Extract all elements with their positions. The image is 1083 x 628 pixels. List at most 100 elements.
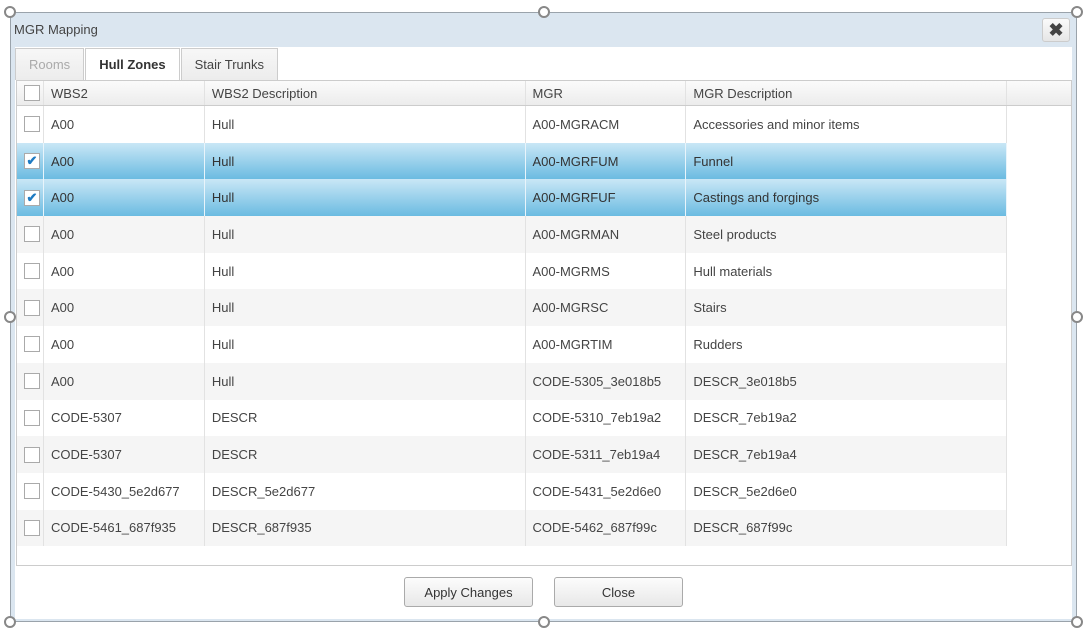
- table-row[interactable]: CODE-5461_687f935 DESCR_687f935 CODE-546…: [17, 509, 1071, 547]
- row-checkbox[interactable]: [24, 226, 40, 243]
- cell-mgr: A00-MGRSC: [526, 289, 687, 327]
- cell-wbs2: A00: [44, 362, 205, 400]
- resize-handle-ne[interactable]: [1071, 6, 1083, 18]
- cell-wbs2: A00: [44, 106, 205, 143]
- cell-wbs2-description: Hull: [205, 362, 526, 400]
- resize-handle-w[interactable]: [4, 311, 16, 323]
- cell-wbs2: A00: [44, 289, 205, 327]
- cell-wbs2: CODE-5307: [44, 399, 205, 437]
- table-row[interactable]: ✔ A00 Hull A00-MGRFUF Castings and forgi…: [17, 179, 1071, 217]
- mapping-grid: WBS2 WBS2 Description MGR MGR Descriptio…: [16, 80, 1072, 566]
- cell-wbs2-description: Hull: [205, 106, 526, 143]
- cell-mgr-description: Castings and forgings: [686, 179, 1008, 217]
- cell-spacer: [1007, 472, 1071, 510]
- cell-wbs2: A00: [44, 326, 205, 363]
- column-header-mgr-description[interactable]: MGR Description: [686, 81, 1008, 105]
- cell-spacer: [1007, 509, 1071, 547]
- cell-mgr-description: DESCR_7eb19a2: [686, 399, 1008, 437]
- cell-spacer: [1007, 326, 1071, 363]
- cell-spacer: [1007, 362, 1071, 400]
- cell-spacer: [1007, 399, 1071, 437]
- mgr-mapping-dialog: MGR Mapping ✖ Rooms Hull Zones Stair Tru…: [10, 12, 1077, 622]
- tab-rooms[interactable]: Rooms: [15, 48, 85, 80]
- cell-wbs2-description: Hull: [205, 179, 526, 217]
- cell-wbs2-description: Hull: [205, 216, 526, 253]
- cell-wbs2-description: Hull: [205, 142, 526, 180]
- cell-mgr-description: Stairs: [686, 289, 1008, 327]
- cell-wbs2: CODE-5430_5e2d677: [44, 472, 205, 510]
- cell-wbs2-description: Hull: [205, 252, 526, 290]
- cell-mgr-description: Funnel: [686, 142, 1008, 180]
- cell-wbs2-description: Hull: [205, 326, 526, 363]
- row-checkbox[interactable]: [24, 336, 40, 353]
- cell-mgr-description: Accessories and minor items: [686, 106, 1008, 143]
- row-checkbox[interactable]: [24, 483, 40, 500]
- cell-mgr: CODE-5431_5e2d6e0: [526, 472, 687, 510]
- cell-mgr: A00-MGRFUF: [526, 179, 687, 217]
- row-checkbox[interactable]: [24, 373, 40, 390]
- row-checkbox[interactable]: ✔: [24, 189, 40, 206]
- tab-bar: Rooms Hull Zones Stair Trunks: [15, 47, 1072, 81]
- close-icon[interactable]: ✖: [1042, 18, 1070, 42]
- column-header-mgr[interactable]: MGR: [526, 81, 687, 105]
- select-all-checkbox[interactable]: [24, 85, 40, 101]
- row-checkbox[interactable]: [24, 116, 40, 133]
- cell-mgr: CODE-5305_3e018b5: [526, 362, 687, 400]
- cell-wbs2-description: DESCR: [205, 436, 526, 473]
- table-row[interactable]: A00 Hull A00-MGRMS Hull materials: [17, 252, 1071, 290]
- cell-spacer: [1007, 179, 1071, 217]
- cell-mgr-description: Rudders: [686, 326, 1008, 363]
- table-row[interactable]: A00 Hull A00-MGRTIM Rudders: [17, 326, 1071, 363]
- cell-wbs2: A00: [44, 252, 205, 290]
- table-row[interactable]: A00 Hull A00-MGRMAN Steel products: [17, 216, 1071, 253]
- table-row[interactable]: A00 Hull A00-MGRACM Accessories and mino…: [17, 106, 1071, 143]
- grid-header: WBS2 WBS2 Description MGR MGR Descriptio…: [17, 81, 1071, 106]
- cell-mgr: A00-MGRFUM: [526, 142, 687, 180]
- table-row[interactable]: A00 Hull CODE-5305_3e018b5 DESCR_3e018b5: [17, 362, 1071, 400]
- resize-handle-e[interactable]: [1071, 311, 1083, 323]
- cell-wbs2-description: DESCR_5e2d677: [205, 472, 526, 510]
- dialog-content: Rooms Hull Zones Stair Trunks WBS2 WBS2 …: [15, 47, 1072, 619]
- resize-handle-s[interactable]: [538, 616, 550, 628]
- resize-handle-n[interactable]: [538, 6, 550, 18]
- column-header-wbs2[interactable]: WBS2: [44, 81, 205, 105]
- cell-mgr: CODE-5311_7eb19a4: [526, 436, 687, 473]
- table-row[interactable]: ✔ A00 Hull A00-MGRFUM Funnel: [17, 142, 1071, 180]
- table-row[interactable]: A00 Hull A00-MGRSC Stairs: [17, 289, 1071, 327]
- cell-mgr-description: Hull materials: [686, 252, 1008, 290]
- apply-changes-button[interactable]: Apply Changes: [404, 577, 533, 607]
- resize-handle-se[interactable]: [1071, 616, 1083, 628]
- cell-mgr-description: DESCR_5e2d6e0: [686, 472, 1008, 510]
- cell-mgr: A00-MGRTIM: [526, 326, 687, 363]
- cell-mgr-description: DESCR_3e018b5: [686, 362, 1008, 400]
- resize-handle-nw[interactable]: [4, 6, 16, 18]
- resize-handle-sw[interactable]: [4, 616, 16, 628]
- cell-wbs2: A00: [44, 179, 205, 217]
- tab-stair-trunks[interactable]: Stair Trunks: [180, 48, 278, 80]
- row-checkbox[interactable]: [24, 519, 40, 536]
- table-row[interactable]: CODE-5430_5e2d677 DESCR_5e2d677 CODE-543…: [17, 472, 1071, 510]
- close-button[interactable]: Close: [554, 577, 683, 607]
- cell-wbs2-description: Hull: [205, 289, 526, 327]
- tab-hull-zones[interactable]: Hull Zones: [85, 48, 180, 81]
- cell-spacer: [1007, 436, 1071, 473]
- table-row[interactable]: CODE-5307 DESCR CODE-5310_7eb19a2 DESCR_…: [17, 399, 1071, 437]
- cell-wbs2-description: DESCR: [205, 399, 526, 437]
- row-checkbox[interactable]: [24, 409, 40, 426]
- cell-wbs2-description: DESCR_687f935: [205, 509, 526, 547]
- cell-wbs2: A00: [44, 216, 205, 253]
- column-header-wbs2-description[interactable]: WBS2 Description: [205, 81, 526, 105]
- cell-mgr-description: DESCR_687f99c: [686, 509, 1008, 547]
- cell-wbs2: CODE-5461_687f935: [44, 509, 205, 547]
- table-row[interactable]: CODE-5307 DESCR CODE-5311_7eb19a4 DESCR_…: [17, 436, 1071, 473]
- row-checkbox[interactable]: ✔: [24, 153, 40, 170]
- row-checkbox[interactable]: [24, 263, 40, 280]
- cell-mgr: A00-MGRMS: [526, 252, 687, 290]
- cell-mgr-description: DESCR_7eb19a4: [686, 436, 1008, 473]
- row-checkbox[interactable]: [24, 299, 40, 316]
- cell-spacer: [1007, 289, 1071, 327]
- cell-wbs2: A00: [44, 142, 205, 180]
- row-checkbox[interactable]: [24, 446, 40, 463]
- cell-wbs2: CODE-5307: [44, 436, 205, 473]
- column-header-spacer: [1007, 81, 1071, 105]
